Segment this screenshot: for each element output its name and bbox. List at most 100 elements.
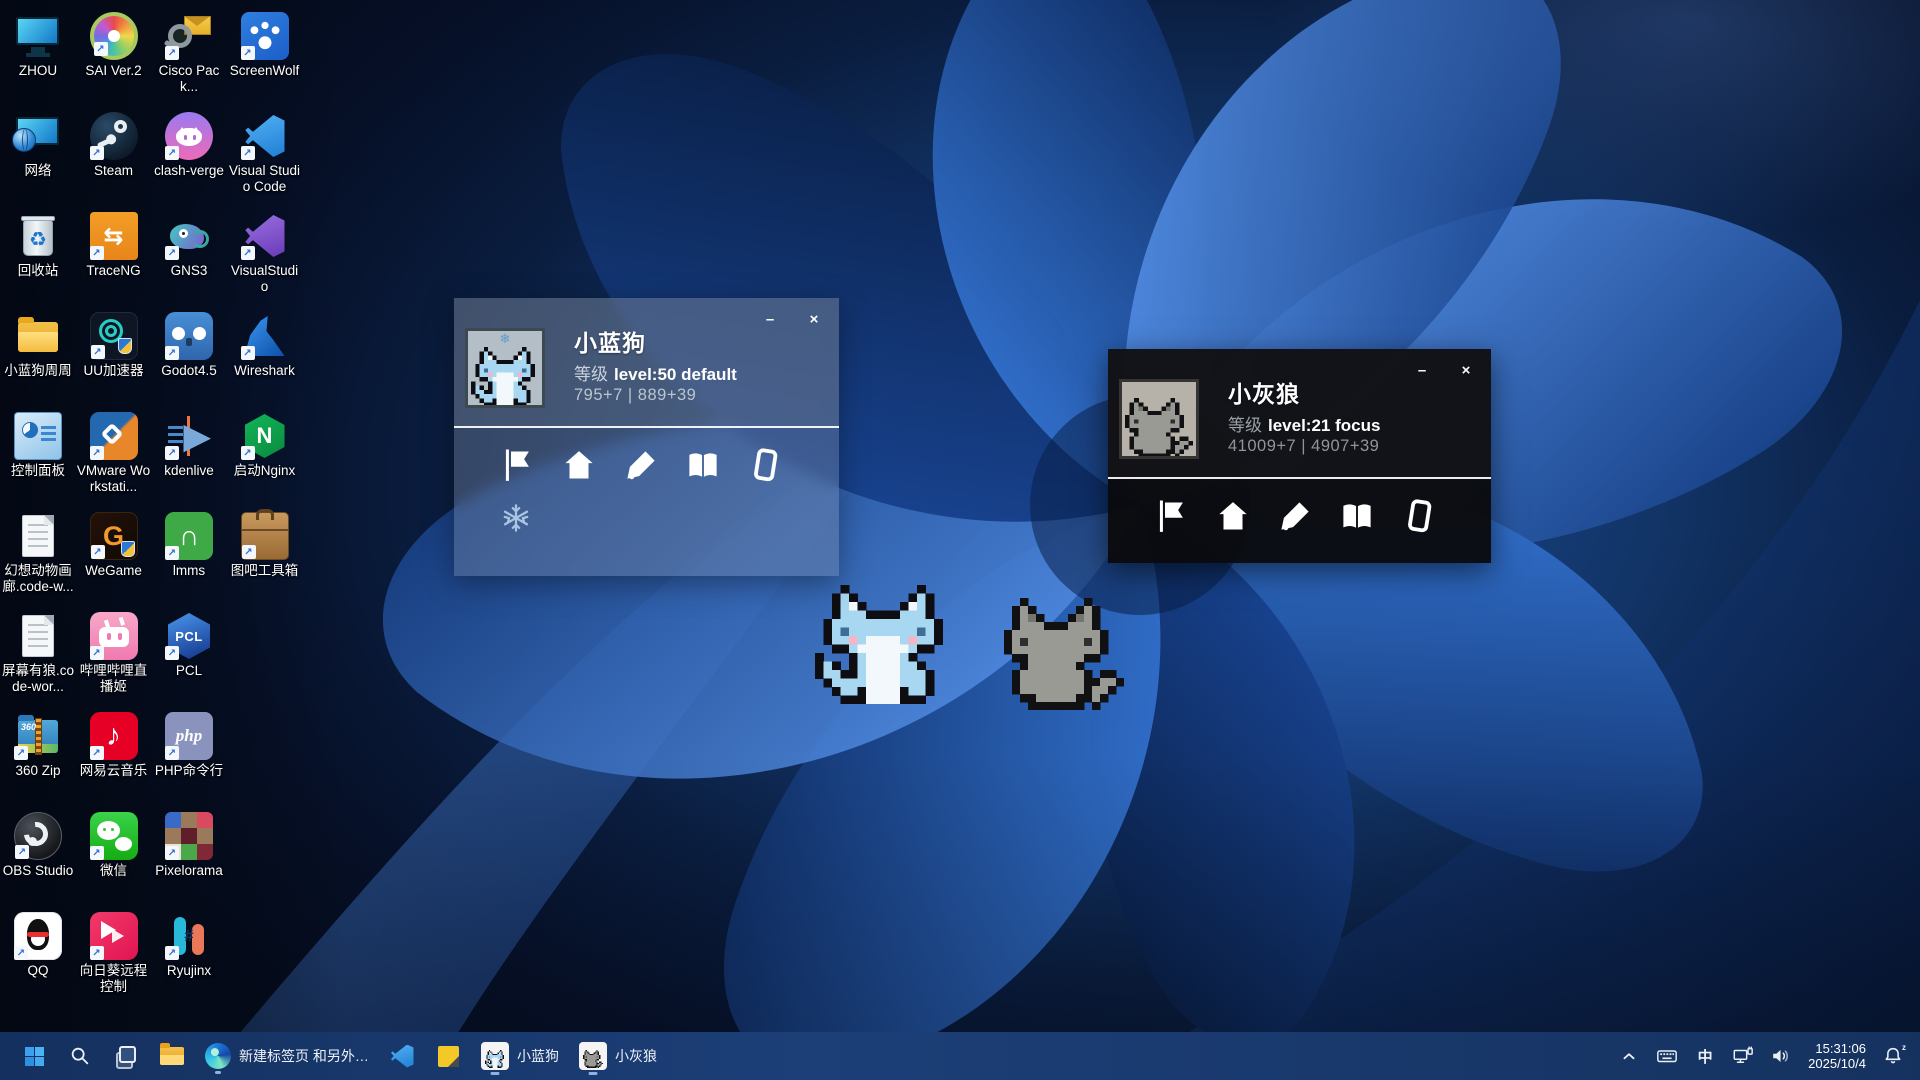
shortcut-arrow-icon (165, 146, 179, 160)
uu-icon (90, 312, 138, 360)
desktop-icon-traceng[interactable]: ⇆TraceNG (77, 210, 151, 279)
desktop-icon-qq[interactable]: QQ (1, 910, 75, 979)
desktop-icon-bili[interactable]: 哔哩哔哩直播姬 (77, 610, 151, 695)
shortcut-arrow-icon (241, 46, 255, 60)
desktop-icon-cisco[interactable]: Cisco Pack... (152, 10, 226, 95)
vscode-taskbar-button[interactable] (382, 1036, 422, 1076)
desktop-icon-folderblue[interactable]: 小蓝狗周周 (1, 310, 75, 379)
blue-dog-pet-sprite[interactable] (815, 585, 951, 704)
running-indicator (491, 1072, 500, 1075)
desktop-icon-pcl[interactable]: PCLPCL (152, 610, 226, 679)
desktop-icon-nginx[interactable]: N启动Nginx (228, 410, 302, 479)
volume-button[interactable] (1764, 1036, 1798, 1076)
snowflake-tool-icon[interactable] (500, 502, 532, 534)
desktop-icon-huishouzhan[interactable]: ♻回收站 (1, 210, 75, 279)
blue-dog-window-label: 小蓝狗 (517, 1046, 559, 1066)
desktop-icon-clash[interactable]: clash-verge (152, 110, 226, 179)
desktop-icon-vscode[interactable]: Visual Studio Code (228, 110, 302, 195)
lmms-icon: ∩ (165, 512, 213, 560)
desktop-icon-vstudio[interactable]: VisualStudio (228, 210, 302, 295)
godot-icon (165, 312, 213, 360)
netease-icon: ♪ (90, 712, 138, 760)
desktop-icon-label: 向日葵远程控制 (77, 963, 151, 995)
desktop-icon-netease[interactable]: ♪网易云音乐 (77, 710, 151, 779)
clock-button[interactable]: 15:31:06 2025/10/4 (1802, 1036, 1872, 1076)
shortcut-arrow-icon (165, 546, 179, 560)
desktop-icon-wireshark[interactable]: Wireshark (228, 310, 302, 379)
level-value: level:21 focus (1268, 416, 1380, 435)
qq-icon (14, 912, 62, 960)
desktop-icon-gns3[interactable]: GNS3 (152, 210, 226, 279)
minimize-button[interactable]: – (759, 308, 781, 330)
grey-wolf-pet-sprite[interactable] (1004, 598, 1124, 710)
notification-bell-button[interactable]: z (1876, 1036, 1910, 1076)
start-button[interactable] (14, 1036, 54, 1076)
desktop-icon-kdenlive[interactable]: ▶kdenlive (152, 410, 226, 479)
ime-indicator[interactable]: 中 (1688, 1036, 1722, 1076)
desktop-icon-label: 微信 (77, 863, 151, 879)
blue-dog-avatar (465, 328, 545, 408)
desktop-icon-weixin[interactable]: 微信 (77, 810, 151, 879)
flag-tool-icon[interactable] (1152, 497, 1190, 535)
grey-wolf-window-button[interactable]: 小灰狼 (572, 1036, 664, 1076)
blue-dog-app-icon (481, 1042, 509, 1070)
desktop-icon-label: 图吧工具箱 (228, 563, 302, 579)
phone-tool-icon[interactable] (746, 446, 784, 484)
desktop-icon-label: 幻想动物画廊.code-w... (1, 563, 75, 595)
write-tool-icon[interactable] (622, 446, 660, 484)
home-tool-icon[interactable] (560, 446, 598, 484)
pet-toolbar-extra (500, 502, 532, 534)
desktop-icon-vmware[interactable]: VMware Workstati... (77, 410, 151, 495)
desktop-icon-uu[interactable]: UU加速器 (77, 310, 151, 379)
write-tool-icon[interactable] (1276, 497, 1314, 535)
desktop-icon-sai[interactable]: SAI Ver.2 (77, 10, 151, 79)
network-button[interactable] (1726, 1036, 1760, 1076)
desktop-icon-pixelorama[interactable]: Pixelorama (152, 810, 226, 879)
steam-icon (90, 112, 138, 160)
desktop-icon-label: Wireshark (228, 363, 302, 379)
shortcut-arrow-icon (241, 346, 255, 360)
desktop-icon-doc2[interactable]: 屏幕有狼.code-wor... (1, 610, 75, 695)
book-tool-icon[interactable] (1338, 497, 1376, 535)
close-button[interactable]: × (803, 308, 825, 330)
book-tool-icon[interactable] (684, 446, 722, 484)
search-button[interactable] (60, 1036, 100, 1076)
task-view-button[interactable] (106, 1036, 146, 1076)
running-indicator (215, 1071, 221, 1074)
sunflower-icon (90, 912, 138, 960)
file-explorer-button[interactable] (152, 1036, 192, 1076)
desktop-icon-lmms[interactable]: ∩lmms (152, 510, 226, 579)
edge-browser-button[interactable]: 新建标签页 和另外 2 个 (198, 1036, 376, 1076)
wireshark-icon (241, 312, 289, 360)
huishouzhan-icon: ♻ (14, 212, 62, 260)
desktop-icon-wegame[interactable]: GWeGame (77, 510, 151, 579)
home-tool-icon[interactable] (1214, 497, 1252, 535)
desktop-icon-sunflower[interactable]: 向日葵远程控制 (77, 910, 151, 995)
desktop-icon-obs[interactable]: OBS Studio (1, 810, 75, 879)
shortcut-arrow-icon (94, 42, 108, 56)
notes-taskbar-button[interactable] (428, 1036, 468, 1076)
desktop-icon-zip360[interactable]: 360360 Zip (1, 710, 75, 779)
desktop-icon-ryujinx[interactable]: #Ryujinx (152, 910, 226, 979)
desktop-icon-steam[interactable]: Steam (77, 110, 151, 179)
task-view-icon (116, 1046, 136, 1066)
flag-tool-icon[interactable] (498, 446, 536, 484)
tray-overflow-button[interactable] (1612, 1036, 1646, 1076)
minimize-button[interactable]: – (1411, 359, 1433, 381)
touch-keyboard-button[interactable] (1650, 1036, 1684, 1076)
desktop-icon-godot[interactable]: Godot4.5 (152, 310, 226, 379)
desktop-icon-kongzhi[interactable]: 控制面板 (1, 410, 75, 479)
desktop-icon-wangluo[interactable]: 网络 (1, 110, 75, 179)
desktop-icon-zhou[interactable]: ZHOU (1, 10, 75, 79)
system-tray: 中 15:31:06 2025/10/4 z (1612, 1036, 1910, 1076)
desktop-icon-doc1[interactable]: 幻想动物画廊.code-w... (1, 510, 75, 595)
shortcut-arrow-icon (90, 446, 104, 460)
blue-dog-window-button[interactable]: 小蓝狗 (474, 1036, 566, 1076)
desktop-icon-phpcli[interactable]: phpPHP命令行 (152, 710, 226, 779)
pet-window-title: 小灰狼 (1228, 375, 1300, 409)
shortcut-arrow-icon (165, 246, 179, 260)
desktop-icon-screenwolf[interactable]: ScreenWolf (228, 10, 302, 79)
phone-tool-icon[interactable] (1400, 497, 1438, 535)
close-button[interactable]: × (1455, 359, 1477, 381)
desktop-icon-tuba[interactable]: 图吧工具箱 (228, 510, 302, 579)
